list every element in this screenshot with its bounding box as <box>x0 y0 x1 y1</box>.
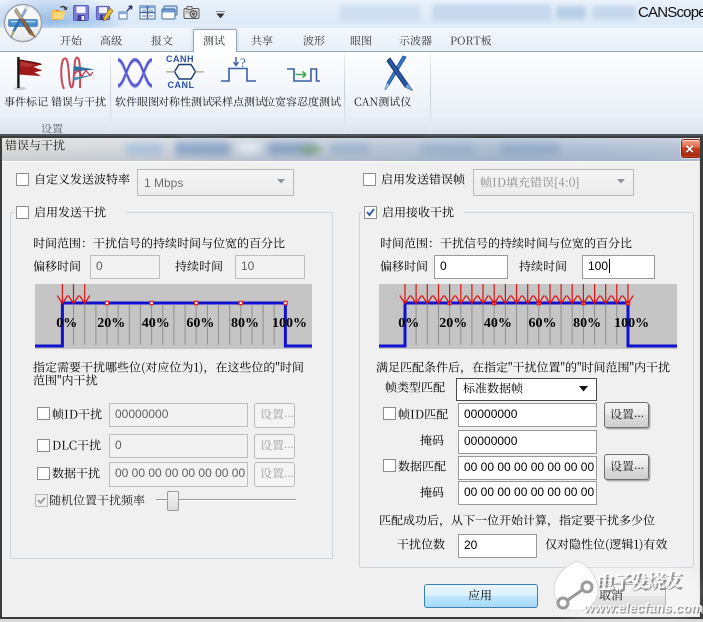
svg-text:?: ? <box>240 55 246 70</box>
